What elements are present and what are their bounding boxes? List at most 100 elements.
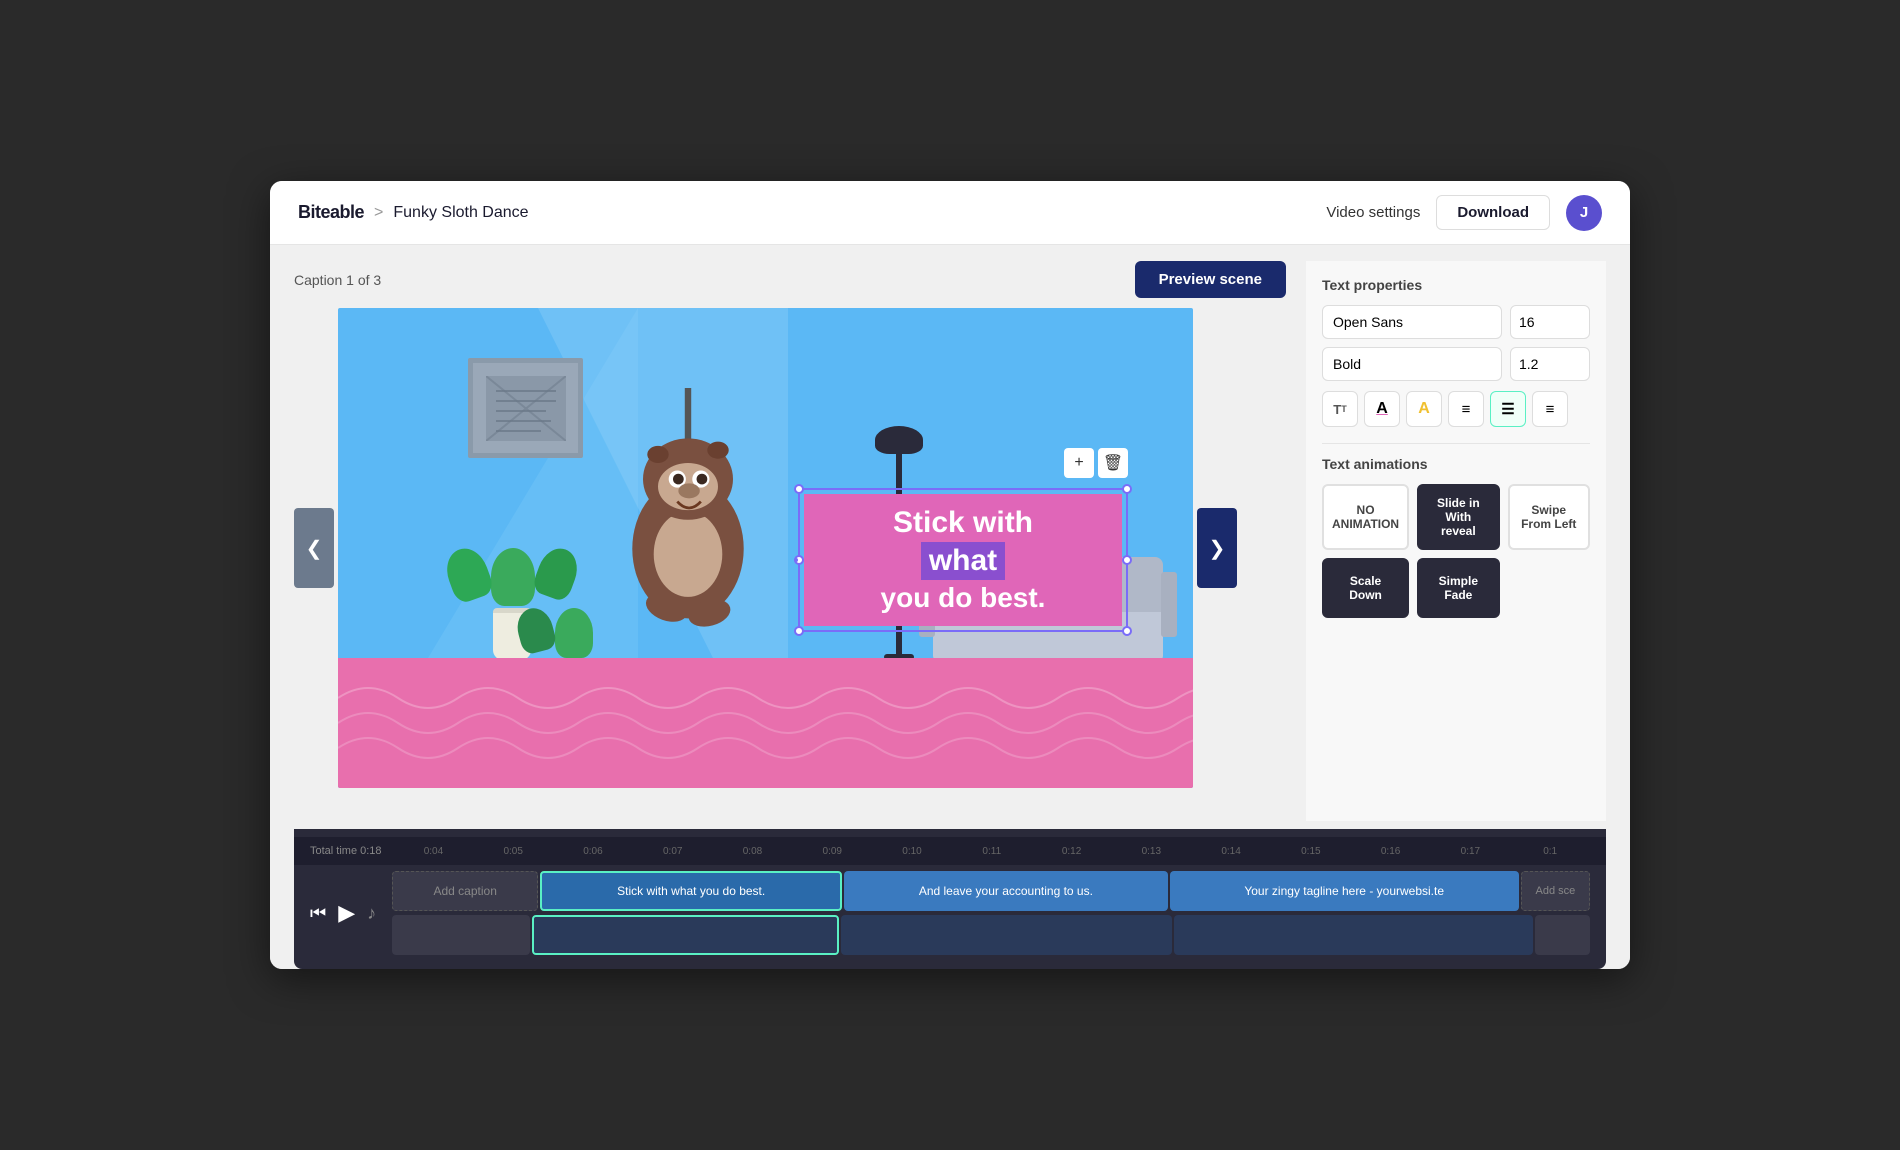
text-color-button[interactable]: A	[1364, 391, 1400, 427]
picture-frame	[468, 358, 583, 458]
canvas-area: Caption 1 of 3 Preview scene ❮	[294, 261, 1286, 788]
right-arrow-icon: ❯	[1209, 536, 1226, 561]
text-line2: what	[921, 542, 1005, 580]
tick: 0:08	[713, 846, 793, 857]
header-actions: Video settings Download J	[1326, 195, 1602, 231]
tick: 0:16	[1351, 846, 1431, 857]
text-transform-button[interactable]: TT	[1322, 391, 1358, 427]
tracks-wrapper: Add caption Stick with what you do best.…	[392, 871, 1590, 955]
tick: 0:14	[1191, 846, 1271, 857]
tick: 0:05	[473, 846, 553, 857]
scene-background: + 🗑	[338, 308, 1193, 788]
music-icon: ♪	[367, 903, 376, 924]
align-right-button[interactable]: ≡	[1532, 391, 1568, 427]
caption-bar: Caption 1 of 3 Preview scene	[294, 261, 1286, 298]
handle-tr[interactable]	[1122, 484, 1132, 494]
canvas-wrapper: ❮	[294, 308, 1286, 788]
divider	[1322, 443, 1590, 444]
font-select[interactable]: Open Sans	[1322, 305, 1502, 339]
timeline-ruler: Total time 0:18 0:04 0:05 0:06 0:07 0:08…	[294, 837, 1606, 865]
skip-back-button[interactable]: ⏮	[310, 903, 326, 924]
tick: 0:11	[952, 846, 1032, 857]
leaf	[491, 548, 535, 606]
canvas-text-box[interactable]: + 🗑	[798, 488, 1128, 632]
animations-grid: NO ANIMATION Slide inWith reveal Swipe F…	[1322, 484, 1590, 618]
handle-tl[interactable]	[794, 484, 804, 494]
timeline-area: Total time 0:18 0:04 0:05 0:06 0:07 0:08…	[294, 829, 1606, 969]
anim-slide-reveal[interactable]: Slide inWith reveal	[1417, 484, 1499, 550]
track-empty-add[interactable]: Add caption	[392, 871, 538, 911]
anim-swipe-left[interactable]: Swipe From Left	[1508, 484, 1590, 550]
picture-frame-inner	[473, 363, 578, 453]
tick: 0:15	[1271, 846, 1351, 857]
weight-row: Bold 1.2	[1322, 347, 1590, 381]
text-properties-title: Text properties	[1322, 277, 1590, 293]
tick: 0:1	[1510, 846, 1590, 857]
align-center-button[interactable]: ☰	[1490, 391, 1526, 427]
filmstrip-track	[392, 915, 1590, 955]
track-segment-2[interactable]: And leave your accounting to us.	[844, 871, 1168, 911]
tick: 0:07	[633, 846, 713, 857]
font-row: Open Sans 16	[1322, 305, 1590, 339]
video-settings-button[interactable]: Video settings	[1326, 204, 1420, 221]
ruler-ticks: 0:04 0:05 0:06 0:07 0:08 0:09 0:10 0:11 …	[394, 846, 1590, 857]
anim-none[interactable]: NO ANIMATION	[1322, 484, 1409, 550]
add-element-button[interactable]: +	[1064, 448, 1094, 478]
main-content: Caption 1 of 3 Preview scene ❮	[270, 245, 1630, 969]
anim-scale-down-label: ScaleDown	[1349, 574, 1382, 602]
tick: 0:04	[394, 846, 474, 857]
scene-canvas[interactable]: + 🗑	[338, 308, 1193, 788]
handle-bl[interactable]	[794, 626, 804, 636]
track-segment-active[interactable]: Stick with what you do best.	[540, 871, 842, 911]
left-arrow-icon: ❮	[306, 536, 323, 561]
line-height-select[interactable]: 1.2	[1510, 347, 1590, 381]
next-scene-button[interactable]: ❯	[1197, 508, 1237, 588]
font-weight-select[interactable]: Bold	[1322, 347, 1502, 381]
right-panel: Text properties Open Sans 16 Bold 1.2	[1306, 261, 1606, 821]
header: Biteable > Funky Sloth Dance Video setti…	[270, 181, 1630, 245]
text-selection-box: Stick with what you do best.	[798, 488, 1128, 632]
tick: 0:17	[1431, 846, 1511, 857]
total-time-label: Total time 0:18	[310, 845, 382, 857]
caption-counter: Caption 1 of 3	[294, 272, 381, 288]
caption-track: Add caption Stick with what you do best.…	[392, 871, 1590, 911]
avatar[interactable]: J	[1566, 195, 1602, 231]
tick: 0:13	[1111, 846, 1191, 857]
text-toolbar: + 🗑	[1064, 448, 1128, 478]
project-title: Funky Sloth Dance	[393, 204, 528, 222]
tick: 0:12	[1032, 846, 1112, 857]
tick: 0:06	[553, 846, 633, 857]
anim-slide-reveal-label: Slide inWith reveal	[1427, 496, 1489, 538]
center-handle	[794, 558, 798, 562]
breadcrumb-sep: >	[374, 204, 383, 222]
small-plant	[518, 608, 593, 660]
leaf2	[513, 604, 558, 656]
tick: 0:09	[792, 846, 872, 857]
anim-scale-down[interactable]: ScaleDown	[1322, 558, 1409, 618]
handle-br[interactable]	[1122, 626, 1132, 636]
track-segment-3[interactable]: Your zingy tagline here - yourwebsi.te	[1170, 871, 1519, 911]
play-button[interactable]: ▶	[338, 900, 355, 926]
track-add-scene[interactable]: Add sce	[1521, 871, 1590, 911]
text-tools-row: TT A A ≡ ☰ ≡	[1322, 391, 1590, 427]
floor-waves-svg	[338, 658, 1193, 788]
download-button[interactable]: Download	[1436, 195, 1550, 230]
delete-element-button[interactable]: 🗑	[1098, 448, 1128, 478]
leaf2	[555, 608, 593, 658]
timeline-tracks: ⏮ ▶ ♪ Add caption Stick with what you do…	[294, 865, 1606, 961]
align-left-button[interactable]: ≡	[1448, 391, 1484, 427]
editor-row: Caption 1 of 3 Preview scene ❮	[294, 261, 1606, 821]
handle-mr[interactable]	[1122, 555, 1132, 565]
text-line1: Stick with	[820, 506, 1106, 540]
app-window: Biteable > Funky Sloth Dance Video setti…	[270, 181, 1630, 969]
prev-scene-button[interactable]: ❮	[294, 508, 334, 588]
highlight-button[interactable]: A	[1406, 391, 1442, 427]
text-content-block[interactable]: Stick with what you do best.	[804, 494, 1122, 626]
lamp-shade	[875, 426, 923, 454]
font-size-select[interactable]: 16	[1510, 305, 1590, 339]
leaf	[531, 543, 584, 603]
preview-scene-button[interactable]: Preview scene	[1135, 261, 1286, 298]
anim-simple-fade[interactable]: SimpleFade	[1417, 558, 1499, 618]
picture-artwork	[486, 376, 566, 441]
anim-none-label: NO ANIMATION	[1332, 503, 1399, 531]
